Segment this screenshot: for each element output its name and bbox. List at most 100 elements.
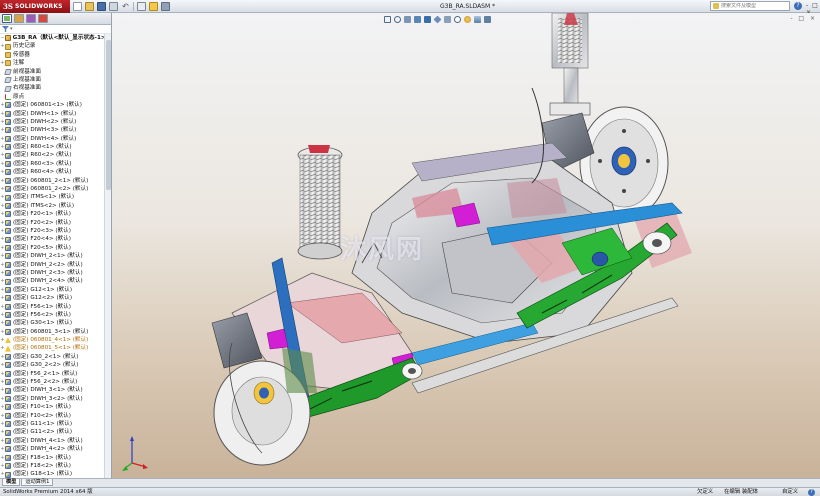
- tree-item[interactable]: + (固定) DIWH<1> (默认): [0, 110, 104, 118]
- undo-icon[interactable]: ↶: [121, 2, 130, 11]
- tree-item[interactable]: + (固定) G11<1> (默认): [0, 420, 104, 428]
- tree-item[interactable]: + (固定) DIWH_4<1> (默认): [0, 437, 104, 445]
- tree-item[interactable]: + (固定) G12<2> (默认): [0, 294, 104, 302]
- tree-item[interactable]: 原点: [0, 93, 104, 101]
- tree-item[interactable]: + (固定) DIWH<2> (默认): [0, 118, 104, 126]
- display-style-icon[interactable]: [444, 16, 451, 23]
- status-help-icon[interactable]: ?: [808, 489, 815, 496]
- tree-item[interactable]: + (固定) 060801_4<1> (默认): [0, 336, 104, 344]
- tree-item[interactable]: + (固定) 060801_3<1> (默认): [0, 328, 104, 336]
- zoom-to-fit-icon[interactable]: [384, 16, 391, 23]
- zoom-area-icon[interactable]: [394, 16, 401, 23]
- tree-item[interactable]: + (固定) DIWH_3<2> (默认): [0, 395, 104, 403]
- tree-item[interactable]: + (固定) DIWH_2<2> (默认): [0, 261, 104, 269]
- view-orientation-icon[interactable]: [433, 15, 442, 24]
- tree-item[interactable]: + (固定) ITMS<2> (默认): [0, 202, 104, 210]
- new-icon[interactable]: [73, 1, 82, 11]
- tree-item[interactable]: + (固定) F56_2<1> (默认): [0, 370, 104, 378]
- tree-item[interactable]: + (固定) F56<1> (默认): [0, 303, 104, 311]
- tree-item[interactable]: + (固定) DIWH<3> (默认): [0, 126, 104, 134]
- tree-item[interactable]: + (固定) F20<2> (默认): [0, 219, 104, 227]
- search-box[interactable]: [710, 1, 790, 11]
- tree-item[interactable]: 前视基准面: [0, 68, 104, 76]
- rebuild-icon[interactable]: [149, 1, 158, 11]
- graphics-area[interactable]: 沐风网 - □ ×: [112, 13, 820, 478]
- solidworks-logo[interactable]: 3S SOLIDWORKS: [0, 0, 70, 13]
- tree-item[interactable]: + (固定) ITMS<1> (默认): [0, 193, 104, 201]
- status-units[interactable]: 自定义: [782, 488, 798, 496]
- tree-item-label: (固定) DIWH_4<1> (默认): [13, 437, 83, 444]
- tree-root[interactable]: − G3B_RA（默认<默认_显示状态-1>）: [0, 34, 104, 42]
- filter-row[interactable]: ▾: [0, 25, 111, 34]
- tab-display-manager[interactable]: [38, 14, 48, 23]
- expand-toggle[interactable]: +: [0, 336, 5, 344]
- tree-item[interactable]: + (固定) F20<4> (默认): [0, 235, 104, 243]
- tree-item[interactable]: 右视基准面: [0, 84, 104, 92]
- scrollbar-thumb[interactable]: [106, 40, 111, 190]
- tree-item[interactable]: + (固定) 060801<1> (默认): [0, 101, 104, 109]
- tree-item[interactable]: + (固定) F20<3> (默认): [0, 227, 104, 235]
- tree-item[interactable]: + (固定) F20<5> (默认): [0, 244, 104, 252]
- tree-scrollbar[interactable]: [104, 34, 111, 478]
- tree-item[interactable]: + (固定) DIWH_4<2> (默认): [0, 445, 104, 453]
- tree-item[interactable]: + (固定) DIWH_2<3> (默认): [0, 269, 104, 277]
- tab-model[interactable]: 模型: [2, 479, 21, 486]
- tree-item[interactable]: + (固定) G30_2<1> (默认): [0, 353, 104, 361]
- tree-item[interactable]: + (固定) R60<1> (默认): [0, 143, 104, 151]
- tree-item[interactable]: 传感器: [0, 51, 104, 59]
- tree-item[interactable]: + (固定) R60<2> (默认): [0, 151, 104, 159]
- tab-motion-study[interactable]: 运动算例1: [21, 479, 54, 486]
- tab-property-manager[interactable]: [14, 14, 24, 23]
- tree-item[interactable]: + (固定) R60<3> (默认): [0, 160, 104, 168]
- filter-dropdown-arrow[interactable]: ▾: [10, 26, 13, 32]
- tree-item[interactable]: 上视基准面: [0, 76, 104, 84]
- help-icon[interactable]: ?: [794, 2, 802, 10]
- tab-feature-manager[interactable]: [2, 14, 12, 23]
- previous-view-icon[interactable]: [404, 16, 411, 23]
- tree-item[interactable]: + (固定) F56_2<2> (默认): [0, 378, 104, 386]
- tree-item[interactable]: + (固定) G11<2> (默认): [0, 428, 104, 436]
- tree-item[interactable]: + (固定) G12<1> (默认): [0, 286, 104, 294]
- tree-item[interactable]: + (固定) G18<1> (默认): [0, 470, 104, 478]
- tree-item[interactable]: + (固定) DIWH_3<1> (默认): [0, 386, 104, 394]
- select-icon[interactable]: [137, 1, 146, 11]
- dynamic-annotation-icon[interactable]: [424, 16, 431, 23]
- view-settings-icon[interactable]: [484, 16, 491, 23]
- suspension-assembly-model[interactable]: [112, 13, 820, 478]
- warning-icon: [5, 345, 11, 352]
- component-icon: [5, 236, 11, 243]
- open-icon[interactable]: [85, 1, 94, 11]
- folder-icon: [5, 43, 11, 50]
- tree-item[interactable]: + (固定) R60<4> (默认): [0, 168, 104, 176]
- tree-item[interactable]: + (固定) 060801_2<1> (默认): [0, 177, 104, 185]
- print-icon[interactable]: [109, 1, 118, 11]
- viewport-window-controls[interactable]: - □ ×: [790, 15, 817, 22]
- tree-item[interactable]: + (固定) G30<1> (默认): [0, 319, 104, 327]
- edit-appearance-icon[interactable]: [464, 16, 471, 23]
- tree-item[interactable]: + (固定) F18<2> (默认): [0, 462, 104, 470]
- expand-toggle[interactable]: −: [0, 34, 5, 42]
- search-input[interactable]: [721, 3, 781, 9]
- options-icon[interactable]: [161, 1, 170, 11]
- tree-item[interactable]: + (固定) F18<1> (默认): [0, 454, 104, 462]
- filter-icon[interactable]: [2, 26, 9, 32]
- tree-item[interactable]: + (固定) DIWH<4> (默认): [0, 135, 104, 143]
- component-icon: [5, 286, 11, 293]
- tree-item[interactable]: + (固定) F56<2> (默认): [0, 311, 104, 319]
- tree-item[interactable]: + (固定) DIWH_2<1> (默认): [0, 252, 104, 260]
- tree-item[interactable]: + (固定) G30_2<2> (默认): [0, 361, 104, 369]
- expand-toggle[interactable]: +: [0, 344, 5, 352]
- tree-item[interactable]: + 注解: [0, 59, 104, 67]
- tree-item[interactable]: + (固定) 060801_5<1> (默认): [0, 344, 104, 352]
- hide-show-icon[interactable]: [454, 16, 461, 23]
- section-view-icon[interactable]: [414, 16, 421, 23]
- tree-item[interactable]: + (固定) F10<1> (默认): [0, 403, 104, 411]
- tree-item[interactable]: + (固定) 060801_2<2> (默认): [0, 185, 104, 193]
- tree-item[interactable]: + (固定) F20<1> (默认): [0, 210, 104, 218]
- save-icon[interactable]: [97, 1, 106, 11]
- tree-item[interactable]: + (固定) F10<2> (默认): [0, 412, 104, 420]
- tree-item[interactable]: + 历史记录: [0, 42, 104, 50]
- tab-configuration-manager[interactable]: [26, 14, 36, 23]
- tree-item[interactable]: + (固定) DIWH_2<4> (默认): [0, 277, 104, 285]
- apply-scene-icon[interactable]: [474, 16, 481, 23]
